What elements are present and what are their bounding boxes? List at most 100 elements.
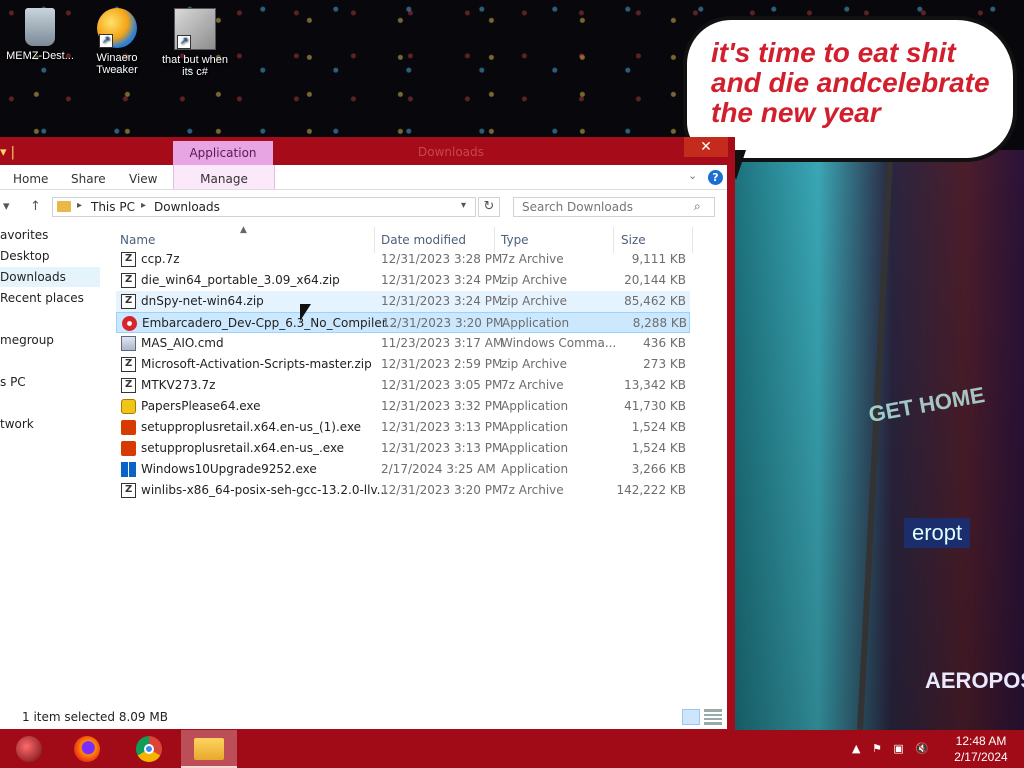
breadcrumb-downloads[interactable]: Downloads — [154, 200, 220, 214]
tab-view[interactable]: View — [129, 165, 157, 189]
nav-item-desktop[interactable]: Desktop — [0, 246, 50, 266]
file-date: 2/17/2024 3:25 AM — [381, 462, 496, 476]
file-type: 7z Archive — [501, 378, 564, 392]
file-type: Application — [501, 441, 569, 455]
desktop-icon-winaero[interactable]: ↗ Winaero Tweaker — [77, 8, 157, 76]
file-type: 7z Archive — [501, 483, 564, 497]
chevron-right-icon[interactable]: ▸ — [141, 200, 146, 211]
flag-icon[interactable]: ⚑ — [872, 742, 882, 755]
chevron-right-icon[interactable]: ▸ — [77, 200, 82, 211]
nav-item-downloads[interactable]: Downloads — [0, 267, 100, 287]
quick-access-toolbar-icon[interactable]: ▾ | — [0, 145, 15, 160]
speech-bubble-text: it's time to eat shit and die andcelebra… — [711, 37, 990, 128]
file-row[interactable]: Embarcadero_Dev-Cpp_6.3_No_Compiler... 12… — [116, 312, 690, 333]
recycle-bin-icon — [25, 8, 55, 46]
file-size: 273 KB — [643, 357, 686, 371]
file-name: ccp.7z — [141, 252, 180, 266]
shortcut-arrow-icon: ↗ — [99, 34, 113, 48]
window-body: avorites Desktop Downloads Recent places… — [0, 222, 727, 707]
column-header-size[interactable]: Size — [621, 233, 646, 247]
file-type: Windows Comma... — [501, 336, 617, 350]
tab-home[interactable]: Home — [13, 165, 48, 189]
network-icon[interactable]: ▣ — [893, 742, 903, 755]
winaero-icon: ↗ — [97, 8, 137, 48]
file-type: 7z Archive — [501, 252, 564, 266]
taskbar-firefox[interactable] — [58, 730, 114, 768]
tab-share[interactable]: Share — [71, 165, 106, 189]
file-row[interactable]: die_win64_portable_3.09_x64.zip 12/31/202… — [116, 270, 690, 291]
file-row[interactable]: MAS_AIO.cmd 11/23/2023 3:17 AM Windows Com… — [116, 333, 690, 354]
nav-item-this-pc[interactable]: s PC — [0, 372, 26, 392]
file-type: Application — [502, 316, 570, 330]
taskbar-chrome[interactable] — [120, 730, 176, 768]
desktop-icon-memz[interactable]: MEMZ-Dest... — [0, 8, 80, 62]
clock-time[interactable]: 12:48 AM — [952, 734, 1010, 748]
start-orb-icon — [16, 736, 42, 762]
refresh-icon: ↻ — [483, 199, 495, 214]
details-view-button[interactable] — [682, 709, 700, 725]
breadcrumb-this-pc[interactable]: This PC — [91, 200, 135, 214]
tab-manage[interactable]: Manage — [173, 165, 275, 189]
file-size: 85,462 KB — [624, 294, 686, 308]
file-name: dnSpy-net-win64.zip — [141, 294, 264, 308]
nav-item-network[interactable]: twork — [0, 414, 34, 434]
papers-please-icon — [121, 399, 136, 414]
title-bar[interactable]: ▾ | Application Tools Downloads ✕ — [0, 137, 735, 184]
file-date: 12/31/2023 3:13 PM — [381, 420, 503, 434]
file-row[interactable]: Microsoft-Activation-Scripts-master.zip 1… — [116, 354, 690, 375]
file-name: Windows10Upgrade9252.exe — [141, 462, 317, 476]
file-row[interactable]: dnSpy-net-win64.zip 12/31/2023 3:24 PMzip… — [116, 291, 690, 312]
explorer-window[interactable]: ▾ | Application Tools Downloads ✕ Home S… — [0, 137, 735, 730]
search-input[interactable] — [513, 197, 715, 217]
column-header-name[interactable]: Name — [120, 233, 155, 247]
taskbar-file-explorer[interactable] — [181, 730, 237, 768]
file-date: 12/31/2023 3:05 PM — [381, 378, 503, 392]
file-date: 12/31/2023 3:32 PM — [381, 399, 503, 413]
up-arrow-icon[interactable]: ↑ — [30, 199, 41, 214]
file-name: MTKV273.7z — [141, 378, 216, 392]
close-button[interactable]: ✕ — [684, 137, 728, 157]
firefox-icon — [74, 736, 100, 762]
file-row[interactable]: MTKV273.7z 12/31/2023 3:05 PM7z Archive 13… — [116, 375, 690, 396]
nav-item-favorites[interactable]: avorites — [0, 225, 48, 245]
status-bar: 1 item selected 8.09 MB — [0, 707, 727, 729]
file-row[interactable]: PapersPlease64.exe 12/31/2023 3:32 PM Appl… — [116, 396, 690, 417]
folder-icon — [57, 201, 71, 212]
column-header-date[interactable]: Date modified — [381, 233, 466, 247]
file-row[interactable]: winlibs-x86_64-posix-seh-gcc-13.2.0-llv.… — [116, 480, 690, 501]
file-row[interactable]: setupproplusretail.x64.en-us_.exe 12/31/2… — [116, 438, 690, 459]
taskbar: ▲ ⚑ ▣ 🔇 12:48 AM 2/17/2024 — [0, 730, 1024, 768]
archive-icon — [121, 378, 136, 393]
archive-icon — [121, 273, 136, 288]
address-bar[interactable]: ▸ This PC ▸ Downloads ▾ — [52, 197, 476, 217]
file-name: setupproplusretail.x64.en-us_(1).exe — [141, 420, 362, 434]
help-icon[interactable]: ? — [708, 170, 723, 185]
volume-muted-icon[interactable]: 🔇 — [915, 742, 929, 755]
file-name: Microsoft-Activation-Scripts-master.zip — [141, 357, 372, 371]
search-icon[interactable]: ⌕ — [694, 199, 701, 214]
nav-item-recent-places[interactable]: Recent places — [0, 288, 84, 308]
column-divider[interactable] — [692, 227, 693, 253]
window-title: Downloads — [418, 145, 484, 159]
file-type: Application — [501, 462, 569, 476]
show-hidden-icons-icon[interactable]: ▲ — [852, 742, 860, 755]
clock-date[interactable]: 2/17/2024 — [946, 750, 1016, 764]
start-button[interactable] — [0, 730, 56, 768]
file-row[interactable]: ccp.7z 12/31/2023 3:28 PM7z Archive 9,111 … — [116, 249, 690, 270]
file-size: 1,524 KB — [631, 441, 686, 455]
archive-icon — [121, 252, 136, 267]
large-icons-view-button[interactable] — [704, 709, 722, 725]
nav-item-homegroup[interactable]: megroup — [0, 330, 54, 350]
column-header-type[interactable]: Type — [501, 233, 529, 247]
sort-ascending-icon: ▲ — [240, 225, 247, 235]
chevron-down-icon[interactable]: ▾ — [461, 200, 466, 211]
expand-ribbon-icon[interactable]: ⌄ — [688, 169, 697, 182]
desktop-icon-csharp[interactable]: ↗ that but when its c# — [155, 8, 235, 78]
archive-icon — [121, 294, 136, 309]
desktop-icon-label: MEMZ-Dest... — [6, 50, 74, 62]
file-row[interactable]: Windows10Upgrade9252.exe 2/17/2024 3:25 A… — [116, 459, 690, 480]
refresh-button[interactable]: ↻ — [478, 197, 500, 217]
recent-locations-icon[interactable]: ▾ — [3, 199, 10, 214]
close-icon: ✕ — [700, 139, 712, 155]
file-row[interactable]: setupproplusretail.x64.en-us_(1).exe 12/3… — [116, 417, 690, 438]
